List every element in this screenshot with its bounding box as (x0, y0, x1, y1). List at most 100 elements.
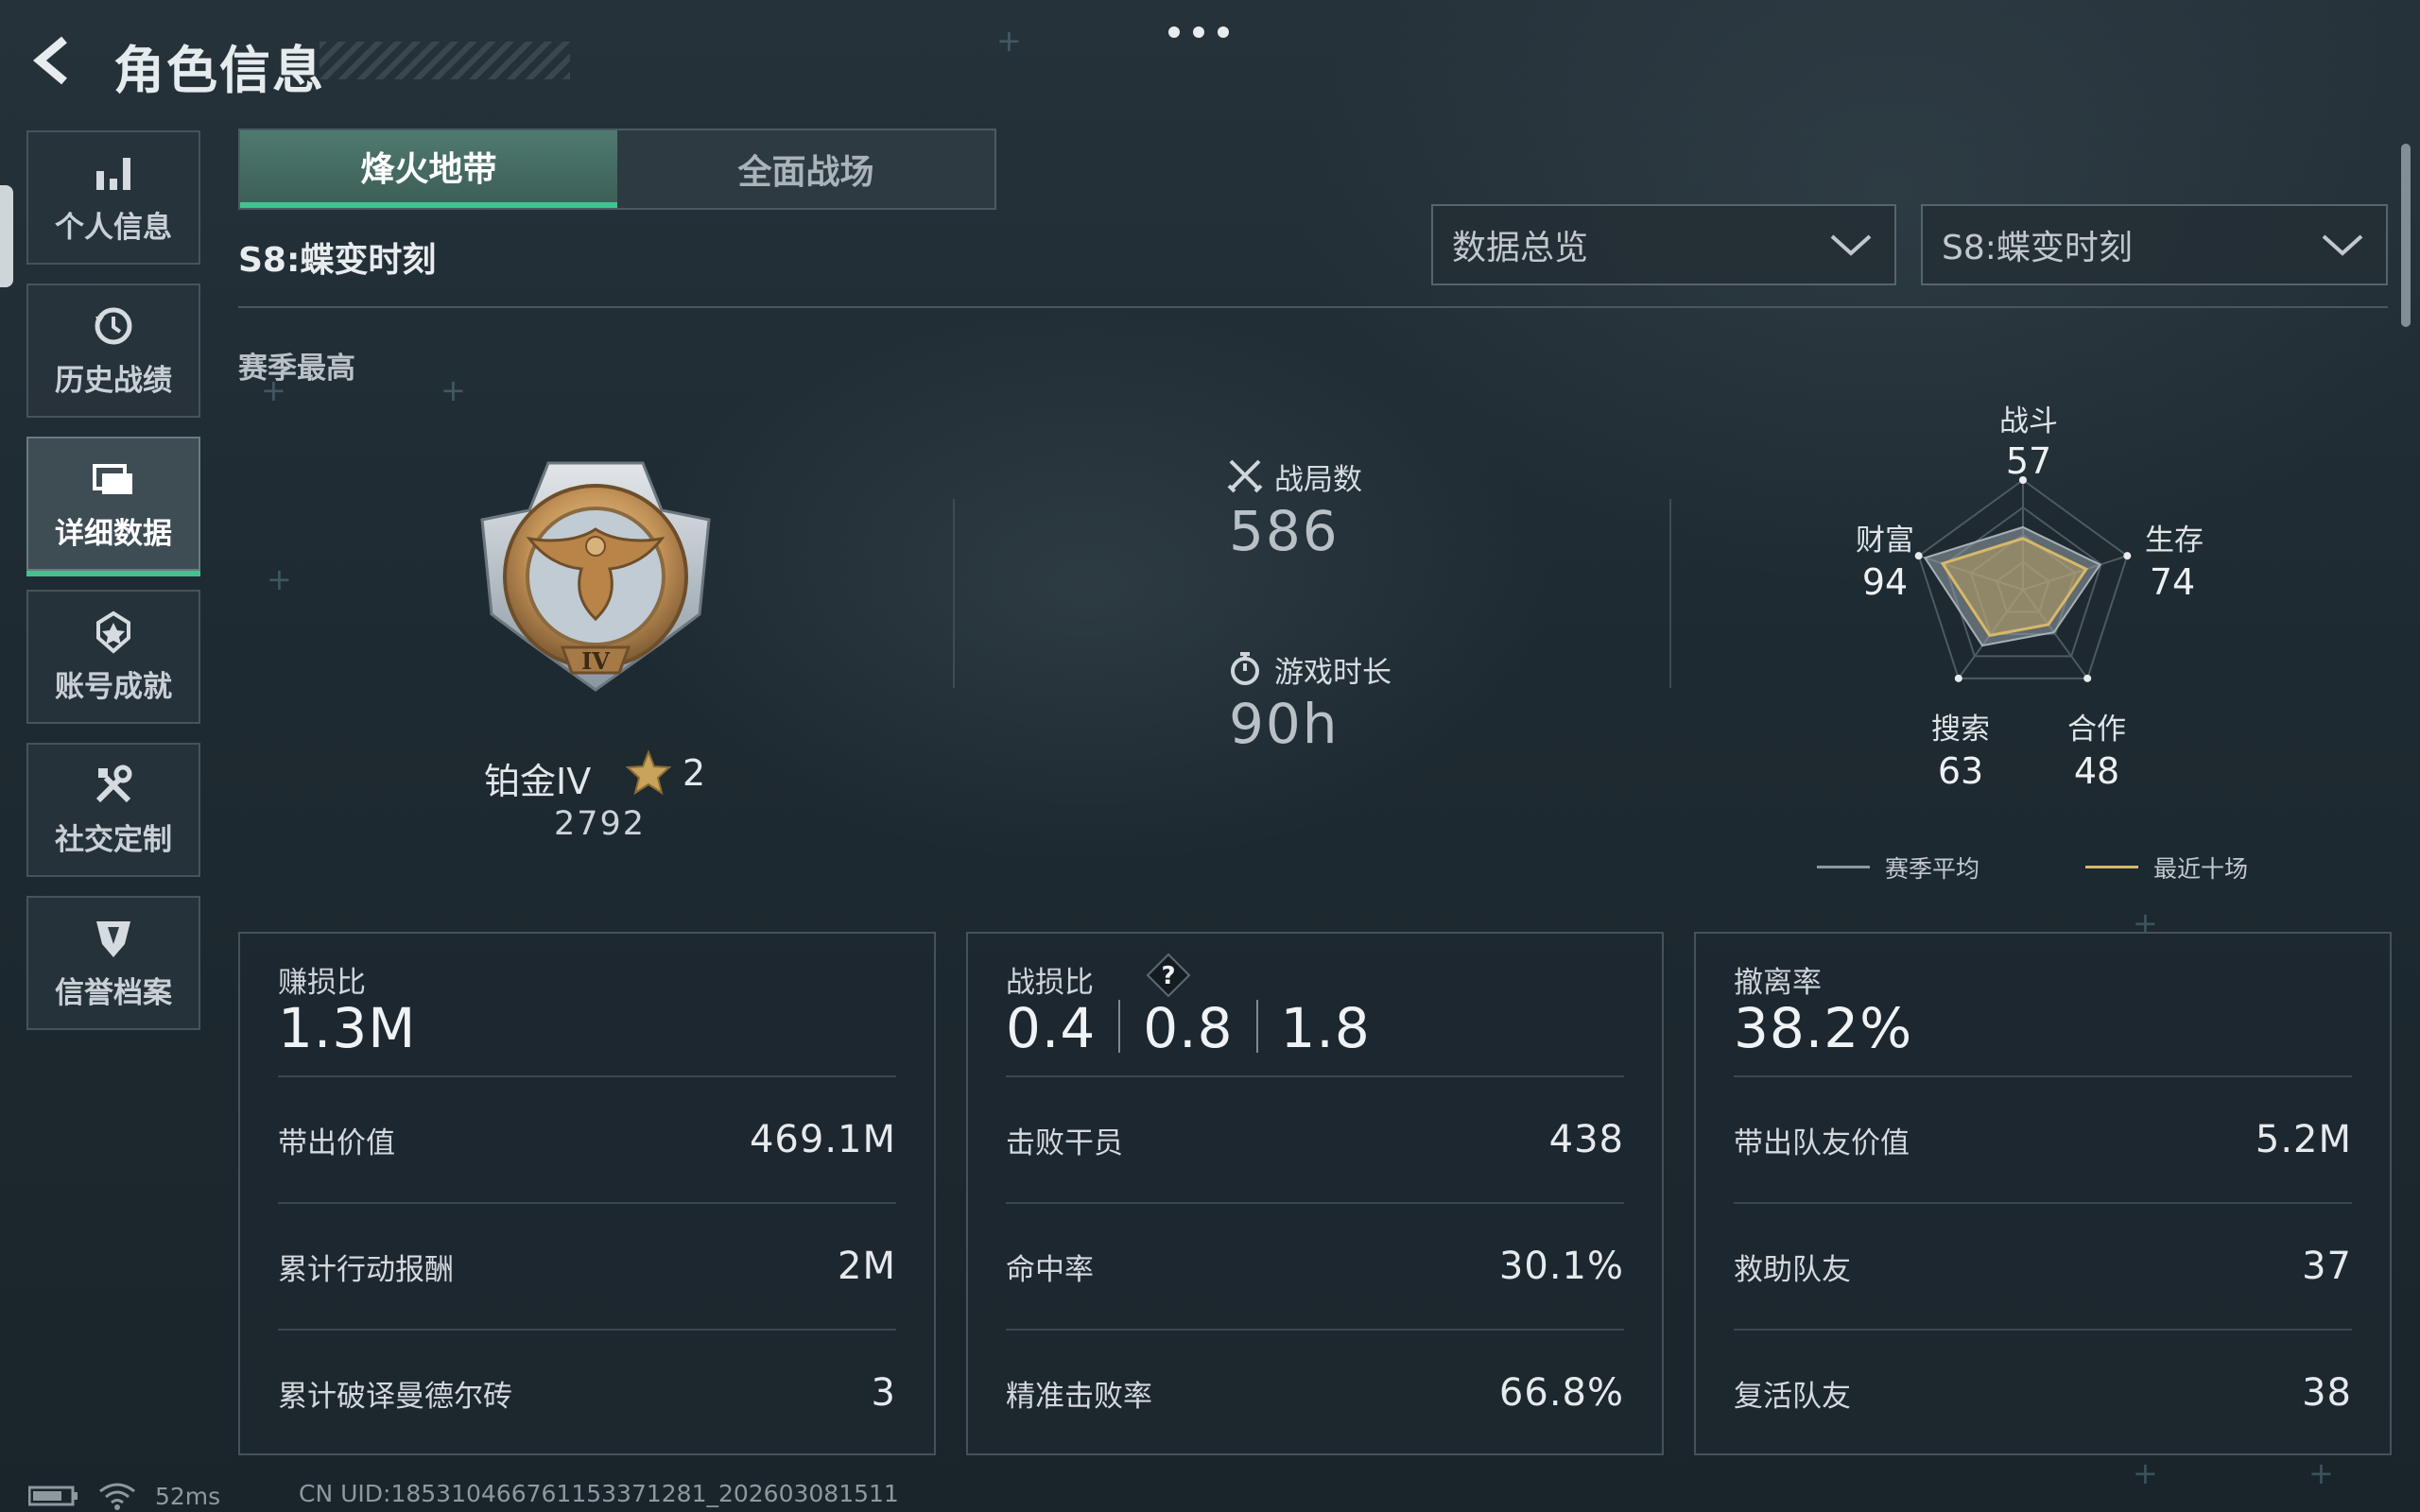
stat-label: 累计破译曼德尔砖 (278, 1379, 512, 1414)
svg-text:?: ? (1161, 962, 1175, 990)
separator (1255, 999, 1258, 1053)
profit-loss-card: 赚损比 1.3M 带出价值 469.1M 累计行动报酬 2M 累计破译曼德尔砖 … (238, 932, 936, 1455)
stat-value: 5.2M (2255, 1118, 2352, 1161)
sidebar-item-personal-info[interactable]: 个人信息 (26, 130, 200, 265)
kd-value: 0.4 (1006, 996, 1097, 1060)
radar-value-cooperation: 48 (2073, 750, 2120, 792)
card-main-value: 38.2% (1734, 996, 1913, 1060)
more-dots-icon[interactable] (1168, 26, 1253, 45)
radar-value-combat: 57 (2005, 440, 2052, 482)
star-icon (624, 748, 673, 798)
stat-label: 击败干员 (1006, 1125, 1123, 1160)
view-select-value: 数据总览 (1452, 229, 1589, 267)
sidebar-pull-tab[interactable] (0, 185, 13, 287)
stat-row: 带出队友价值 5.2M (1734, 1075, 2352, 1202)
battery-icon (28, 1486, 78, 1506)
grid-mark: + (2308, 1455, 2334, 1491)
card-title: 战损比 (1006, 966, 1094, 1000)
achievement-icon (96, 610, 130, 654)
stat-row: 击败干员 438 (1006, 1075, 1624, 1202)
grid-mark: + (2133, 1455, 2158, 1491)
tab-warzone[interactable]: 烽火地带 (240, 130, 617, 208)
season-label: S8:蝶变时刻 (238, 241, 437, 280)
page-title: 角色信息 (113, 41, 325, 100)
sidebar-item-achievements[interactable]: 账号成就 (26, 590, 200, 724)
title-decoration (320, 42, 570, 79)
sidebar-item-label: 信誉档案 (55, 975, 172, 1010)
radar-value-survival: 74 (2149, 561, 2196, 603)
ping-value: 52ms (155, 1482, 221, 1510)
stat-value: 469.1M (749, 1118, 896, 1161)
stopwatch-icon (1227, 650, 1263, 686)
divider (1669, 499, 1671, 688)
playtime-value: 90h (1229, 692, 1340, 756)
folder-icon (93, 463, 132, 494)
radar-axis-dot (2083, 674, 2092, 682)
card-title: 撤离率 (1734, 966, 1822, 1000)
stat-row: 复活队友 38 (1734, 1329, 2352, 1455)
stat-label: 带出价值 (278, 1125, 395, 1160)
grid-mark: + (996, 23, 1022, 59)
sidebar-item-label: 个人信息 (55, 210, 172, 245)
sidebar-item-detailed-data[interactable]: 详细数据 (26, 437, 200, 576)
scrollbar[interactable] (2401, 144, 2411, 327)
view-select[interactable]: 数据总览 (1431, 204, 1896, 285)
season-select-value: S8:蝶变时刻 (1942, 229, 2133, 267)
stat-row: 带出价值 469.1M (278, 1075, 896, 1202)
user-uid: CN UID:18531046676115337128‌1_2026030815… (299, 1480, 899, 1507)
stat-row: 命中率 30.1% (1006, 1202, 1624, 1329)
playtime-label: 游戏时长 (1274, 656, 1392, 690)
sidebar-item-label: 社交定制 (55, 822, 172, 857)
grid-mark: + (441, 372, 466, 408)
help-question-icon[interactable]: ? (1142, 949, 1195, 1002)
chevron-down-icon (2322, 234, 2363, 256)
shield-icon (96, 920, 130, 957)
stat-label: 复活队友 (1734, 1379, 1851, 1414)
sidebar-item-label: 账号成就 (55, 669, 172, 704)
radar-label-wealth: 财富 (1856, 524, 1914, 558)
radar-axis-dot (1954, 674, 1962, 682)
tab-full-battlefield[interactable]: 全面战场 (617, 130, 994, 208)
legend-recent-ten: 最近十场 (2153, 855, 2249, 883)
stat-label: 累计行动报酬 (278, 1252, 454, 1287)
season-select[interactable]: S8:蝶变时刻 (1921, 204, 2388, 285)
stat-row: 累计破译曼德尔砖 3 (278, 1329, 896, 1455)
sidebar-item-history[interactable]: 历史战绩 (26, 284, 200, 418)
stat-value: 38 (2302, 1371, 2352, 1415)
bar-chart-icon (96, 157, 130, 190)
rank-badge-icon: IV (473, 454, 718, 699)
stat-row: 累计行动报酬 2M (278, 1202, 896, 1329)
sidebar-item-credit[interactable]: 信誉档案 (26, 896, 200, 1030)
stat-value: 3 (871, 1371, 896, 1415)
radar-value-wealth: 94 (1861, 561, 1909, 603)
legend-season-avg: 赛季平均 (1885, 855, 1980, 883)
stat-label: 带出队友价值 (1734, 1125, 1910, 1160)
stat-value: 2M (838, 1245, 896, 1288)
stat-label: 命中率 (1006, 1252, 1094, 1287)
chevron-down-icon (1830, 234, 1872, 256)
sidebar-item-label: 历史战绩 (55, 363, 172, 398)
stat-value: 438 (1548, 1118, 1624, 1161)
svg-text:IV: IV (581, 647, 610, 675)
crossed-swords-icon (1227, 457, 1263, 493)
divider (953, 499, 955, 688)
sidebar-item-label: 详细数据 (55, 516, 172, 551)
back-arrow-icon[interactable] (26, 32, 83, 89)
rank-star-count: 2 (683, 752, 706, 794)
grid-mark: + (267, 561, 292, 597)
card-title: 赚损比 (278, 966, 366, 1000)
stat-label: 救助队友 (1734, 1252, 1851, 1287)
radar-label-combat: 战斗 (1999, 404, 2058, 438)
stat-value: 30.1% (1498, 1245, 1624, 1288)
radar-label-search: 搜索 (1931, 713, 1990, 747)
rank-name: 铂金IV (484, 761, 592, 802)
stat-row: 救助队友 37 (1734, 1202, 2352, 1329)
divider (238, 306, 2388, 308)
mode-tabs: 烽火地带 全面战场 (238, 129, 996, 210)
stat-label: 精准击败率 (1006, 1379, 1152, 1414)
legend-swatch-recent-ten (2085, 866, 2138, 868)
rank-score: 2792 (554, 805, 647, 843)
sidebar-item-social[interactable]: 社交定制 (26, 743, 200, 877)
status-bar: 52ms (28, 1482, 220, 1510)
history-clock-icon (95, 307, 132, 344)
